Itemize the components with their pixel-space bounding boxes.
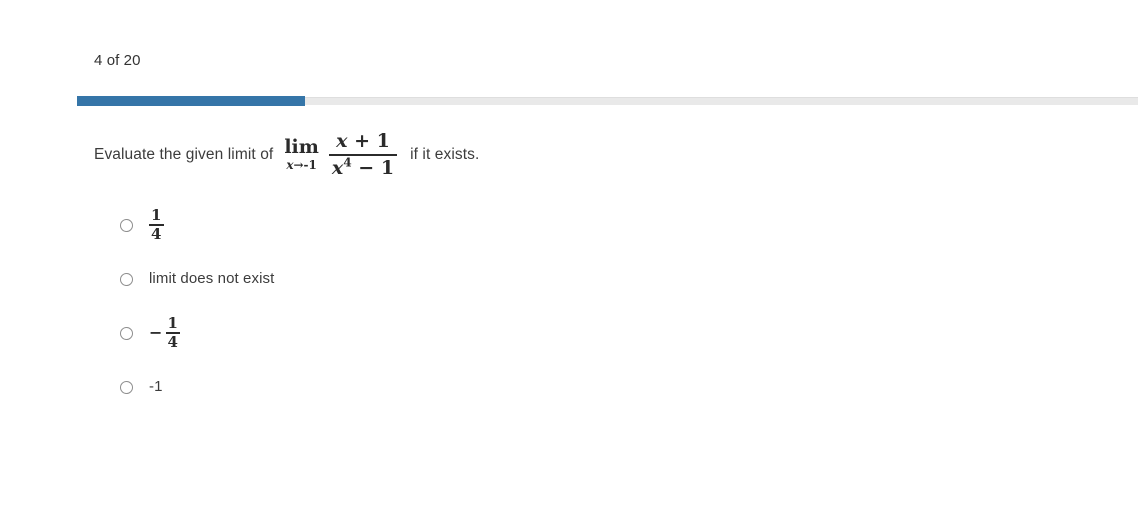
limit-expression: lim x→-1 x + 1 x4 − 1: [284, 131, 398, 179]
answer-option-c[interactable]: − 1 4: [120, 316, 720, 350]
limit-sub-arrow: →: [293, 158, 304, 172]
limit-operator: lim x→-1: [284, 136, 319, 173]
limit-operator-word: lim: [284, 136, 319, 158]
radio-button-c[interactable]: [120, 326, 133, 340]
denominator-rest: − 1: [358, 157, 395, 179]
answer-options-list: 1 4 limit does not exist − 1 4 -1: [120, 208, 720, 424]
answer-option-c-label: − 1 4: [149, 314, 181, 351]
answer-option-b[interactable]: limit does not exist: [120, 265, 720, 293]
answer-option-a[interactable]: 1 4: [120, 208, 720, 242]
option-c-denominator: 4: [167, 333, 179, 351]
option-a-fraction: 1 4: [149, 208, 164, 242]
answer-option-d-label: -1: [149, 378, 163, 395]
option-c-fraction: 1 4: [165, 314, 181, 351]
radio-button-b[interactable]: [120, 272, 133, 286]
progress-bar-fill: [77, 96, 306, 106]
question-lead-text: Evaluate the given limit of: [94, 146, 274, 163]
question-counter: 4 of 20: [94, 52, 141, 69]
denominator-variable: x: [331, 157, 344, 179]
option-c-numerator: 1: [167, 314, 179, 332]
radio-button-d[interactable]: [120, 380, 133, 394]
radio-button-a[interactable]: [120, 218, 133, 232]
limit-fraction: x + 1 x4 − 1: [328, 131, 398, 179]
answer-option-d[interactable]: -1: [120, 373, 720, 401]
limit-sub-target: -1: [303, 158, 317, 172]
fraction-denominator: x4 − 1: [329, 155, 397, 179]
question-trailing-text: if it exists.: [410, 146, 480, 163]
progress-bar: [77, 96, 1138, 106]
option-a-numerator: 1: [151, 206, 162, 224]
numerator-variable: x: [336, 130, 348, 152]
answer-option-a-label: 1 4: [149, 208, 164, 242]
answer-option-b-label: limit does not exist: [149, 270, 275, 287]
numerator-rest: + 1: [354, 130, 390, 152]
denominator-exponent: 4: [343, 155, 352, 170]
option-a-denominator: 4: [151, 225, 162, 243]
question-stem: Evaluate the given limit of lim x→-1 x +…: [94, 131, 1094, 179]
fraction-numerator: x + 1: [333, 131, 393, 152]
limit-operator-subscript: x→-1: [286, 158, 317, 172]
option-c-minus-sign: −: [149, 323, 163, 342]
fraction-bar: [328, 154, 398, 156]
